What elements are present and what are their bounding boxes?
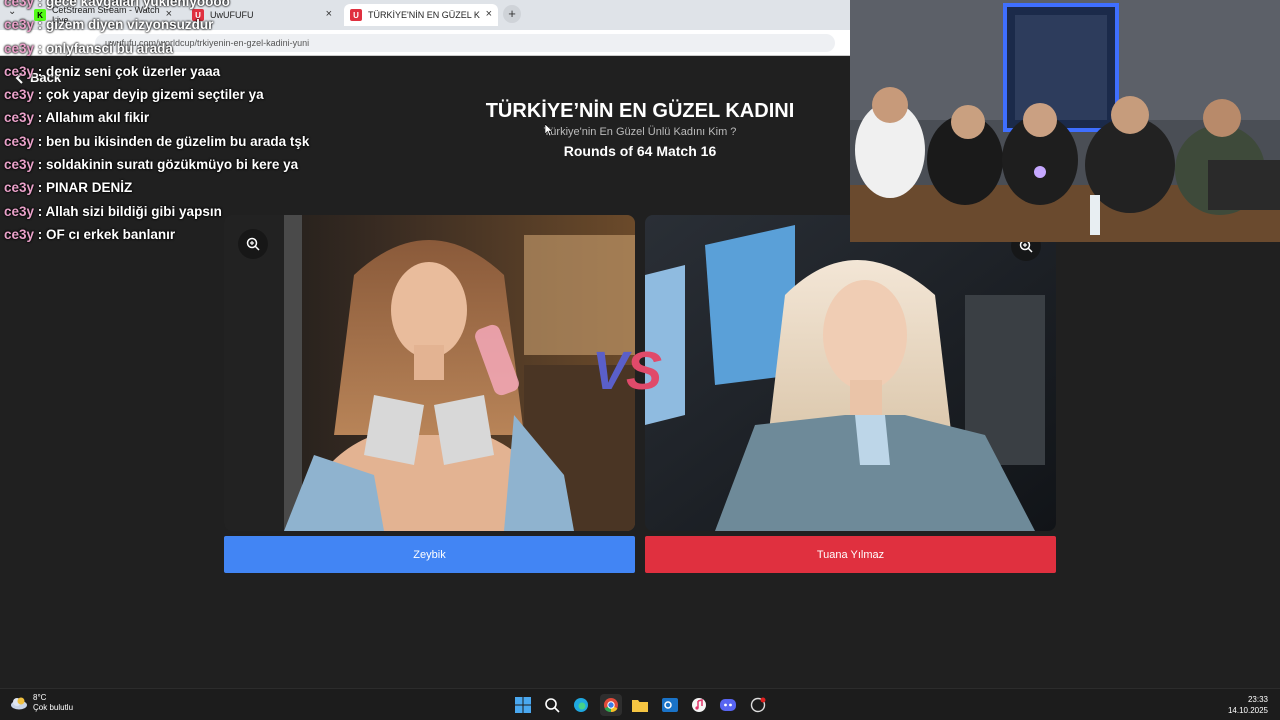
chat-message: ce3y : gizem diyen vizyonsuzdur (4, 17, 214, 33)
webcam-overlay (850, 0, 1280, 242)
chat-message: ce3y : soldakinin suratı gözükmüyo bi ke… (4, 157, 299, 173)
chat-text: PINAR DENİZ (46, 180, 133, 196)
clock-time: 23:33 (1247, 695, 1268, 704)
page-title: TÜRKİYE’NİN EN GÜZEL KADINI (485, 100, 795, 122)
outlook-icon[interactable] (659, 694, 681, 716)
chat-text: çok yapar deyip gizemi seçtiler ya (46, 87, 264, 103)
chat-message: ce3y : gece kavgaları yükleniyoooo (4, 0, 424, 17)
chat-text: Allahım akıl fikir (45, 110, 150, 126)
chat-text: gizem diyen vizyonsuzdur (46, 17, 214, 33)
vs-label: VS (592, 341, 662, 401)
left-photo-image (224, 215, 635, 531)
chat-username: ce3y (4, 203, 35, 219)
chat-username: ce3y (4, 40, 35, 56)
weather-widget[interactable]: 8°C Çok bulutlu (10, 693, 73, 713)
chat-text: onlyfansci bu arada (46, 40, 173, 56)
chat-message: ce3y : ben bu ikisinden de güzelim bu ar… (4, 133, 310, 149)
itunes-icon[interactable] (688, 694, 710, 716)
chat-username: ce3y (4, 87, 35, 103)
windows-start-icon[interactable] (512, 694, 534, 716)
chrome-icon[interactable] (600, 694, 622, 716)
file-explorer-icon[interactable] (629, 694, 651, 716)
chat-message: ce3y : deniz seni çok üzerler yaaa (4, 63, 221, 79)
round-indicator: Rounds of 64 Match 16 (563, 143, 717, 159)
left-candidate-photo[interactable] (224, 215, 635, 531)
weather-desc: Çok bulutlu (33, 703, 74, 712)
chat-message: ce3y : PINAR DENİZ (4, 180, 133, 196)
cloud-icon (11, 697, 27, 710)
windows-taskbar: 8°C Çok bulutlu 23:33 14.10.2025 (0, 688, 1280, 720)
right-photo-image (645, 215, 1056, 531)
chat-message: ce3y : Allahım akıl fikir (4, 110, 150, 126)
webcam-image (850, 0, 1280, 242)
chat-message: ce3y : onlyfansci bu arada (4, 40, 173, 56)
page-subtitle: Türkiye'nin En Güzel Ünlü Kadını Kim ? (543, 126, 737, 138)
chat-message: ce3y : Allah sizi bildiği gibi yapsın (4, 203, 222, 219)
chat-username: ce3y (4, 17, 35, 33)
discord-icon[interactable] (717, 694, 739, 716)
chat-username: ce3y (4, 226, 35, 242)
screen: ⌄ K CetStream Stream - Watch Live × U Uw… (0, 0, 1280, 720)
chat-username: ce3y (4, 0, 35, 9)
chat-message: ce3y : çok yapar deyip gizemi seçtiler y… (4, 87, 264, 103)
system-clock[interactable]: 23:33 14.10.2025 (1228, 694, 1268, 716)
app-icon[interactable] (747, 694, 769, 716)
clock-date: 14.10.2025 (1227, 706, 1268, 715)
chat-text: soldakinin suratı gözükmüyo bi kere ya (46, 157, 299, 173)
search-icon[interactable] (541, 694, 563, 716)
chat-username: ce3y (4, 157, 35, 173)
chat-message: ce3y : OF cı erkek banlanır (4, 226, 176, 242)
chat-username: ce3y (4, 180, 35, 196)
vote-right-button[interactable]: Tuana Yılmaz (645, 536, 1056, 573)
chat-username: ce3y (4, 63, 35, 79)
chat-text: ben bu ikisinden de güzelim bu arada tşk (46, 133, 310, 149)
edge-icon[interactable] (570, 694, 592, 716)
chat-text: gece kavgaları yükleniyoooo (46, 0, 230, 9)
chat-username: ce3y (4, 133, 35, 149)
chat-overlay: ce3y : gece kavgaları yükleniyoooo ce3y :… (4, 0, 424, 250)
vote-left-button[interactable]: Zeybik (224, 536, 635, 573)
weather-temp: 8°C (33, 693, 47, 702)
mouse-cursor-icon (545, 124, 553, 136)
right-candidate-photo[interactable] (645, 215, 1056, 531)
chat-username: ce3y (4, 110, 35, 126)
chat-text: Allah sizi bildiği gibi yapsın (45, 203, 222, 219)
chat-text: OF cı erkek banlanır (46, 226, 176, 242)
new-tab-button[interactable]: + (503, 5, 521, 23)
close-tab-icon[interactable]: × (486, 8, 492, 20)
chat-text: deniz seni çok üzerler yaaa (46, 63, 221, 79)
